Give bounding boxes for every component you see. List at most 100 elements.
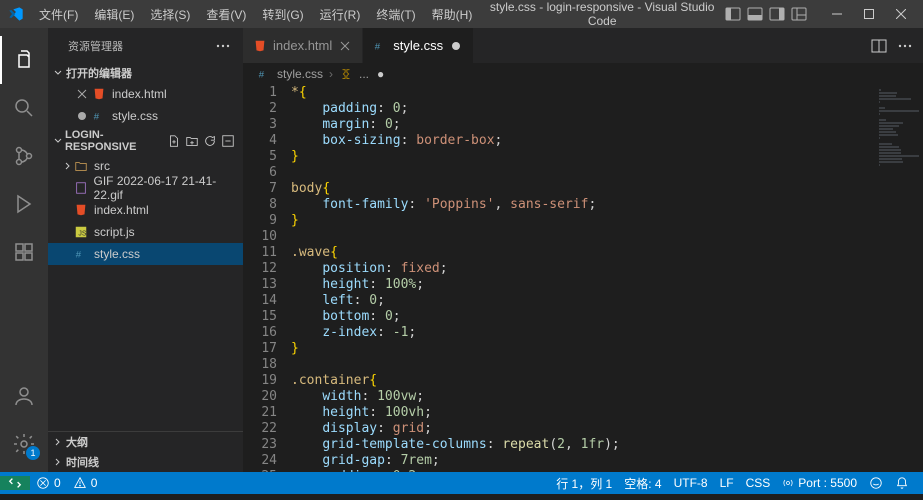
timeline-label: 时间线: [66, 454, 99, 470]
editor-tabs: index.html # style.css: [243, 28, 923, 63]
svg-text:#: #: [259, 70, 265, 81]
breadcrumb[interactable]: # style.css › ... ●: [243, 63, 923, 85]
chevron-right-icon: [52, 436, 66, 448]
line-numbers: 1234567891011121314151617181920212223242…: [243, 85, 291, 472]
encoding[interactable]: UTF-8: [668, 475, 714, 492]
eol[interactable]: LF: [714, 475, 740, 492]
modified-dot-icon[interactable]: [76, 110, 90, 122]
explorer-icon[interactable]: [0, 36, 48, 84]
breadcrumb-file: style.css: [277, 67, 323, 81]
gif-icon: [74, 181, 90, 195]
remote-icon[interactable]: [0, 476, 30, 490]
more-icon[interactable]: [897, 38, 913, 54]
file-name: src: [94, 159, 110, 173]
activity-bar: 1: [0, 28, 48, 472]
file-tree-item[interactable]: index.html: [48, 199, 243, 221]
open-editor-item[interactable]: index.html: [48, 83, 243, 105]
minimize-icon[interactable]: [823, 4, 851, 24]
titlebar: 文件(F)编辑(E)选择(S)查看(V)转到(G)运行(R)终端(T)帮助(H)…: [0, 0, 923, 28]
folder-header[interactable]: LOGIN-RESPONSIVE: [48, 127, 243, 155]
close-icon[interactable]: [887, 4, 915, 24]
svg-text:#: #: [76, 250, 82, 261]
new-folder-icon[interactable]: [185, 134, 199, 148]
panel-left-icon[interactable]: [725, 6, 741, 22]
editor-tab[interactable]: # style.css: [363, 28, 474, 63]
outline-header[interactable]: 大纲: [48, 432, 243, 452]
folder-label: LOGIN-RESPONSIVE: [65, 129, 167, 153]
code-content[interactable]: *{ padding: 0; margin: 0; box-sizing: bo…: [291, 85, 865, 472]
cursor-position[interactable]: 行 1，列 1: [550, 475, 618, 492]
maximize-icon[interactable]: [855, 4, 883, 24]
close-icon[interactable]: [338, 40, 352, 52]
svg-text:JS: JS: [78, 231, 87, 238]
window-title: style.css - login-responsive - Visual St…: [479, 0, 725, 28]
menu-item[interactable]: 运行(R): [313, 2, 368, 27]
editor-area: index.html # style.css # style.css › ... ●…: [243, 28, 923, 472]
minimap[interactable]: [865, 85, 923, 472]
chevron-right-icon: [52, 456, 66, 468]
open-editors-header[interactable]: 打开的编辑器: [48, 63, 243, 83]
panel-bottom-icon[interactable]: [747, 6, 763, 22]
breadcrumb-symbol: ...: [359, 67, 369, 81]
menu-item[interactable]: 帮助(H): [425, 2, 480, 27]
collapse-icon[interactable]: [221, 134, 235, 148]
bell-icon[interactable]: [889, 475, 915, 492]
run-debug-icon[interactable]: [0, 180, 48, 228]
file-name: index.html: [112, 87, 167, 101]
css-file-icon: #: [92, 109, 108, 123]
svg-text:#: #: [94, 112, 100, 123]
html-file-icon: [253, 39, 267, 53]
indentation[interactable]: 空格: 4: [618, 475, 667, 492]
live-server-port[interactable]: Port : 5500: [776, 475, 863, 492]
search-icon[interactable]: [0, 84, 48, 132]
menu-item[interactable]: 查看(V): [199, 2, 253, 27]
menu-item[interactable]: 选择(S): [143, 2, 197, 27]
explorer-sidebar: 资源管理器 打开的编辑器 index.html # style.css LOGIN-…: [48, 28, 243, 472]
folder-icon: [74, 159, 90, 173]
modified-dot-icon[interactable]: [449, 42, 463, 50]
errors-indicator[interactable]: 0: [30, 476, 67, 490]
html-icon: [74, 203, 90, 217]
css-file-icon: #: [257, 67, 271, 81]
chevron-down-icon: [52, 135, 65, 147]
tab-label: style.css: [393, 38, 443, 53]
js-icon: JS: [74, 225, 90, 239]
menu-bar: 文件(F)编辑(E)选择(S)查看(V)转到(G)运行(R)终端(T)帮助(H): [32, 2, 479, 27]
tab-label: index.html: [273, 38, 332, 53]
menu-item[interactable]: 文件(F): [32, 2, 85, 27]
split-editor-icon[interactable]: [871, 38, 887, 54]
code-editor[interactable]: 1234567891011121314151617181920212223242…: [243, 85, 923, 472]
file-tree-item[interactable]: JS script.js: [48, 221, 243, 243]
warnings-indicator[interactable]: 0: [67, 476, 104, 490]
chevron-right-icon: [62, 160, 74, 172]
menu-item[interactable]: 转到(G): [255, 2, 310, 27]
menu-item[interactable]: 终端(T): [369, 2, 422, 27]
more-icon[interactable]: [215, 38, 231, 54]
settings-gear-icon[interactable]: 1: [0, 420, 48, 468]
open-editor-item[interactable]: # style.css: [48, 105, 243, 127]
panel-right-icon[interactable]: [769, 6, 785, 22]
file-name: script.js: [94, 225, 135, 239]
timeline-header[interactable]: 时间线: [48, 452, 243, 472]
account-icon[interactable]: [0, 372, 48, 420]
file-tree-item[interactable]: # style.css: [48, 243, 243, 265]
explorer-title: 资源管理器: [68, 38, 123, 54]
refresh-icon[interactable]: [203, 134, 217, 148]
feedback-icon[interactable]: [863, 475, 889, 492]
file-name: style.css: [94, 247, 140, 261]
css-file-icon: #: [373, 39, 387, 53]
new-file-icon[interactable]: [167, 134, 181, 148]
svg-text:#: #: [375, 41, 381, 52]
editor-tab[interactable]: index.html: [243, 28, 363, 63]
outline-label: 大纲: [66, 434, 88, 450]
layout-icon[interactable]: [791, 6, 807, 22]
language-mode[interactable]: CSS: [740, 475, 777, 492]
css-icon: #: [74, 247, 90, 261]
source-control-icon[interactable]: [0, 132, 48, 180]
menu-item[interactable]: 编辑(E): [87, 2, 141, 27]
file-name: style.css: [112, 109, 158, 123]
close-icon[interactable]: [76, 88, 90, 100]
file-tree-item[interactable]: GIF 2022-06-17 21-41-22.gif: [48, 177, 243, 199]
extensions-icon[interactable]: [0, 228, 48, 276]
chevron-down-icon: [52, 67, 66, 79]
